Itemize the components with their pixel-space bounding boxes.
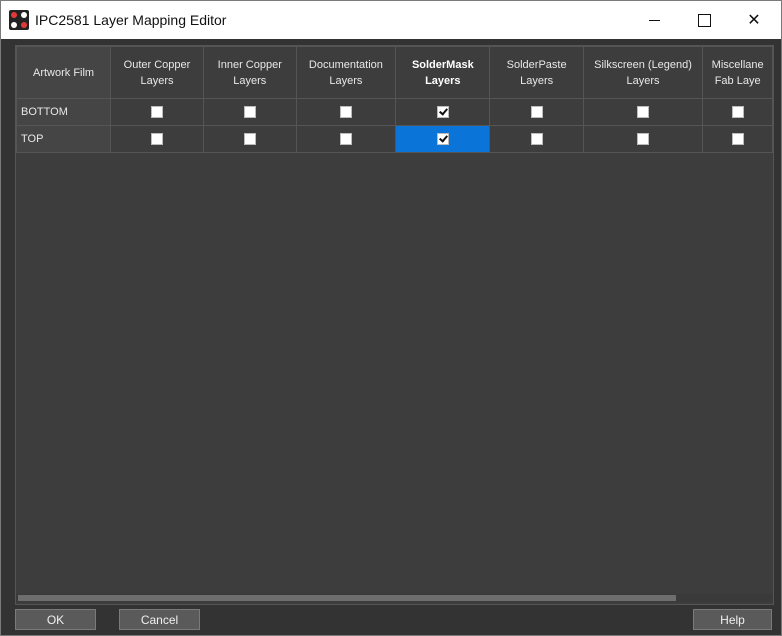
layer-mapping-window: IPC2581 Layer Mapping Editor ✕ Artwork F…: [0, 0, 782, 636]
column-header-line2: Layers: [140, 74, 174, 87]
column-header-line1: SolderPaste: [506, 58, 567, 71]
mapping-cell[interactable]: [295, 125, 397, 153]
column-header-2[interactable]: Documentation Layers: [295, 46, 397, 99]
layer-checkbox[interactable]: [243, 133, 256, 146]
layer-checkbox[interactable]: [637, 133, 650, 146]
maximize-button[interactable]: [679, 1, 729, 39]
layer-checkbox[interactable]: [530, 133, 543, 146]
mapping-cell[interactable]: [295, 98, 397, 126]
row-header[interactable]: BOTTOM: [16, 98, 112, 126]
layer-checkbox[interactable]: [150, 106, 163, 119]
scrollbar-thumb[interactable]: [18, 595, 676, 601]
column-header-line1: Silkscreen (Legend): [594, 58, 692, 71]
column-header-line1: Inner Copper: [217, 58, 282, 71]
column-header-3[interactable]: SolderMask Layers: [395, 46, 491, 99]
close-button[interactable]: ✕: [729, 1, 779, 39]
mapping-cell[interactable]: [202, 125, 297, 153]
horizontal-scrollbar[interactable]: [16, 594, 773, 602]
maximize-icon: [697, 13, 711, 27]
mapping-cell[interactable]: [582, 125, 704, 153]
column-header-line2: Layers: [233, 74, 267, 87]
column-header-6[interactable]: Miscellane Fab Laye: [702, 46, 773, 99]
mapping-cell[interactable]: [582, 98, 704, 126]
layer-checkbox[interactable]: [637, 106, 650, 119]
column-header-4[interactable]: SolderPaste Layers: [489, 46, 584, 99]
table-row: TOP: [16, 125, 773, 153]
layer-checkbox[interactable]: [243, 106, 256, 119]
layer-checkbox[interactable]: [436, 106, 449, 119]
column-header-line2: Layers: [329, 74, 363, 87]
title-bar[interactable]: IPC2581 Layer Mapping Editor ✕: [1, 1, 781, 39]
layer-checkbox[interactable]: [339, 106, 352, 119]
layer-checkbox[interactable]: [731, 106, 744, 119]
help-button[interactable]: Help: [693, 609, 772, 630]
mapping-cell[interactable]: [702, 98, 773, 126]
mapping-cell[interactable]: [489, 98, 584, 126]
mapping-cell[interactable]: [110, 125, 204, 153]
cancel-button[interactable]: Cancel: [119, 609, 200, 630]
layer-checkbox[interactable]: [731, 133, 744, 146]
close-icon: ✕: [747, 12, 761, 29]
column-header-line2: Fab Laye: [714, 74, 761, 87]
column-header-line2: Layers: [425, 74, 461, 87]
mapping-cell[interactable]: [395, 98, 491, 126]
mapping-cell[interactable]: [489, 125, 584, 153]
corner-header: Artwork Film: [16, 46, 112, 99]
column-header-line1: Miscellane: [711, 58, 764, 71]
ok-button[interactable]: OK: [15, 609, 96, 630]
column-header-line2: Layers: [626, 74, 660, 87]
mapping-cell[interactable]: [702, 125, 773, 153]
column-header-line2: Layers: [520, 74, 554, 87]
window-title: IPC2581 Layer Mapping Editor: [35, 12, 227, 28]
table-row: BOTTOM: [16, 98, 773, 126]
layer-checkbox[interactable]: [150, 133, 163, 146]
column-header-5[interactable]: Silkscreen (Legend) Layers: [582, 46, 704, 99]
layer-mapping-grid: Artwork Film Outer Copper Layers Inner Cop…: [15, 45, 774, 605]
column-header-line1: Outer Copper: [123, 58, 191, 71]
layer-checkbox[interactable]: [436, 133, 449, 146]
column-header-line1: Documentation: [308, 58, 383, 71]
mapping-cell[interactable]: [395, 125, 491, 153]
minimize-icon: [648, 19, 660, 21]
column-header-1[interactable]: Inner Copper Layers: [202, 46, 297, 99]
mapping-table: Artwork Film Outer Copper Layers Inner Cop…: [16, 46, 773, 153]
row-header[interactable]: TOP: [16, 125, 112, 153]
column-header-0[interactable]: Outer Copper Layers: [110, 46, 204, 99]
layer-checkbox[interactable]: [530, 106, 543, 119]
layer-checkbox[interactable]: [339, 133, 352, 146]
mapping-cell[interactable]: [202, 98, 297, 126]
app-logo-icon: [9, 10, 29, 30]
mapping-cell[interactable]: [110, 98, 204, 126]
column-header-line1: SolderMask: [411, 58, 474, 71]
minimize-button[interactable]: [629, 1, 679, 39]
